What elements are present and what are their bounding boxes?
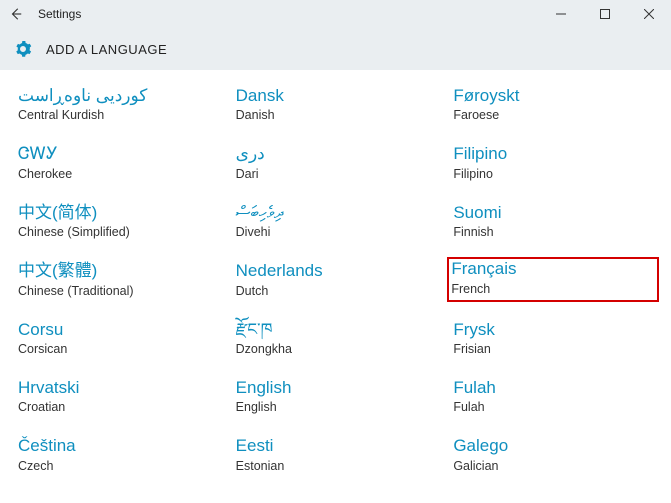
language-item[interactable]: Nederlands Dutch bbox=[232, 259, 440, 299]
language-native-name: Corsu bbox=[18, 320, 218, 340]
minimize-icon bbox=[556, 9, 566, 19]
language-english-name: Dari bbox=[236, 167, 436, 181]
language-english-name: French bbox=[451, 282, 655, 296]
language-english-name: Fulah bbox=[453, 400, 653, 414]
language-item[interactable]: 中文(繁體) Chinese (Traditional) bbox=[14, 259, 222, 299]
language-native-name: Dansk bbox=[236, 86, 436, 106]
window-controls bbox=[539, 0, 671, 28]
language-english-name: Croatian bbox=[18, 400, 218, 414]
language-native-name: Frysk bbox=[453, 320, 653, 340]
language-native-name: Nederlands bbox=[236, 261, 436, 281]
language-native-name: English bbox=[236, 378, 436, 398]
language-item[interactable]: ᏣᎳᎩ Cherokee bbox=[14, 142, 222, 182]
language-english-name: English bbox=[236, 400, 436, 414]
language-item[interactable]: Galego Galician bbox=[449, 434, 657, 474]
language-native-name: Hrvatski bbox=[18, 378, 218, 398]
language-native-name: 中文(繁體) bbox=[18, 261, 218, 281]
language-english-name: Danish bbox=[236, 108, 436, 122]
language-native-name: ދިވެހިބަސް bbox=[236, 203, 436, 223]
language-english-name: Chinese (Simplified) bbox=[18, 225, 218, 239]
language-item[interactable]: Suomi Finnish bbox=[449, 201, 657, 241]
language-native-name: Français bbox=[451, 259, 655, 279]
language-native-name: རྫོང་ཁ bbox=[236, 320, 436, 340]
language-english-name: Finnish bbox=[453, 225, 653, 239]
language-english-name: Central Kurdish bbox=[18, 108, 218, 122]
window-title: Settings bbox=[38, 7, 81, 21]
language-item[interactable]: درى Dari bbox=[232, 142, 440, 182]
titlebar: Settings bbox=[0, 0, 671, 28]
language-english-name: Cherokee bbox=[18, 167, 218, 181]
language-english-name: Faroese bbox=[453, 108, 653, 122]
language-item[interactable]: کوردیی ناوەڕاست Central Kurdish bbox=[14, 84, 222, 124]
language-english-name: Czech bbox=[18, 459, 218, 473]
language-item[interactable]: Hrvatski Croatian bbox=[14, 376, 222, 416]
language-english-name: Dzongkha bbox=[236, 342, 436, 356]
language-item[interactable]: Corsu Corsican bbox=[14, 318, 222, 358]
page-header: ADD A LANGUAGE bbox=[0, 28, 671, 70]
language-item[interactable]: Čeština Czech bbox=[14, 434, 222, 474]
maximize-button[interactable] bbox=[583, 0, 627, 28]
titlebar-left: Settings bbox=[8, 6, 81, 22]
language-native-name: Čeština bbox=[18, 436, 218, 456]
language-item[interactable]: Føroyskt Faroese bbox=[449, 84, 657, 124]
language-grid: کوردیی ناوەڕاست Central Kurdish Dansk Danis… bbox=[0, 70, 671, 503]
language-item[interactable]: Eesti Estonian bbox=[232, 434, 440, 474]
arrow-left-icon bbox=[9, 7, 23, 21]
language-item[interactable]: Français French bbox=[447, 257, 659, 301]
language-native-name: درى bbox=[236, 144, 436, 164]
language-native-name: Suomi bbox=[453, 203, 653, 223]
language-english-name: Estonian bbox=[236, 459, 436, 473]
maximize-icon bbox=[600, 9, 610, 19]
close-button[interactable] bbox=[627, 0, 671, 28]
language-item[interactable]: English English bbox=[232, 376, 440, 416]
language-item[interactable]: 中文(简体) Chinese (Simplified) bbox=[14, 201, 222, 241]
language-native-name: Fulah bbox=[453, 378, 653, 398]
language-native-name: 中文(简体) bbox=[18, 203, 218, 223]
language-native-name: Eesti bbox=[236, 436, 436, 456]
language-english-name: Filipino bbox=[453, 167, 653, 181]
language-item[interactable]: Dansk Danish bbox=[232, 84, 440, 124]
language-item[interactable]: རྫོང་ཁ Dzongkha bbox=[232, 318, 440, 358]
language-native-name: Galego bbox=[453, 436, 653, 456]
gear-icon bbox=[14, 40, 32, 58]
language-english-name: Corsican bbox=[18, 342, 218, 356]
language-item[interactable]: ދިވެހިބަސް Divehi bbox=[232, 201, 440, 241]
language-item[interactable]: Filipino Filipino bbox=[449, 142, 657, 182]
language-english-name: Dutch bbox=[236, 284, 436, 298]
language-english-name: Divehi bbox=[236, 225, 436, 239]
language-native-name: کوردیی ناوەڕاست bbox=[18, 86, 218, 106]
language-english-name: Chinese (Traditional) bbox=[18, 284, 218, 298]
language-english-name: Galician bbox=[453, 459, 653, 473]
minimize-button[interactable] bbox=[539, 0, 583, 28]
language-native-name: Filipino bbox=[453, 144, 653, 164]
back-button[interactable] bbox=[8, 6, 24, 22]
language-native-name: ᏣᎳᎩ bbox=[18, 144, 218, 164]
language-item[interactable]: Fulah Fulah bbox=[449, 376, 657, 416]
language-english-name: Frisian bbox=[453, 342, 653, 356]
close-icon bbox=[644, 9, 654, 19]
language-native-name: Føroyskt bbox=[453, 86, 653, 106]
page-title: ADD A LANGUAGE bbox=[46, 42, 167, 57]
language-item[interactable]: Frysk Frisian bbox=[449, 318, 657, 358]
